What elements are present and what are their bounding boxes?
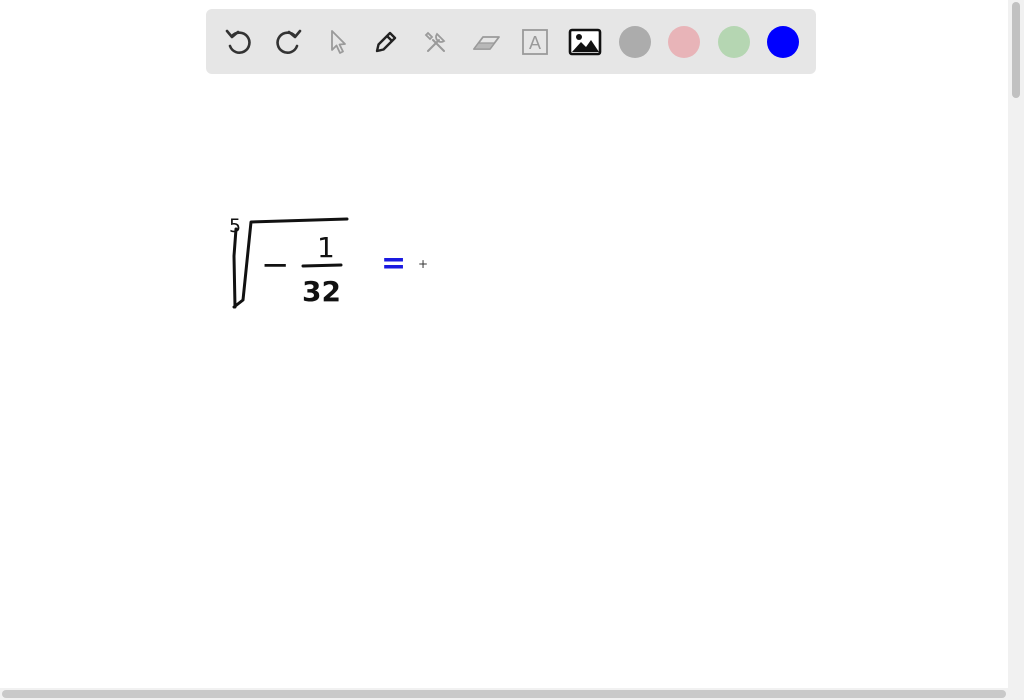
image-icon — [568, 28, 602, 56]
undo-button[interactable] — [222, 25, 256, 59]
color-swatch-gray[interactable] — [619, 26, 651, 58]
tools-icon — [424, 31, 446, 52]
color-swatch-pink[interactable] — [668, 26, 700, 58]
fraction-bar-stroke — [301, 263, 343, 268]
pen-icon — [375, 31, 397, 53]
pen-tool-button[interactable] — [369, 25, 403, 59]
denominator-text: 32 — [302, 275, 341, 308]
canvas-drawing-layer: 5 − 1 32 = + — [229, 215, 428, 309]
text-tool-button[interactable]: A — [518, 25, 552, 59]
eraser-tool-button[interactable] — [469, 25, 503, 59]
horizontal-scrollbar[interactable] — [0, 688, 1024, 700]
drawing-toolbar: A — [206, 9, 816, 74]
crosshair-cursor: + — [418, 257, 428, 271]
horizontal-scrollbar-thumb[interactable] — [2, 690, 1006, 698]
redo-icon — [276, 29, 302, 54]
select-tool-button[interactable] — [321, 25, 355, 59]
select-pointer-icon — [331, 30, 346, 54]
equals-sign-text: = — [381, 246, 406, 281]
minus-sign-text: − — [261, 245, 290, 285]
root-index-text: 5 — [229, 215, 241, 237]
numerator-text: 1 — [317, 231, 335, 264]
drawing-canvas[interactable]: 5 − 1 32 = + — [0, 80, 1008, 688]
whiteboard-app: A 5 − 1 32 = + — [0, 0, 1024, 700]
text-tool-glyph: A — [529, 33, 541, 53]
undo-icon — [225, 29, 251, 54]
image-tool-button[interactable] — [568, 25, 602, 59]
tools-button[interactable] — [419, 25, 453, 59]
vertical-scrollbar-thumb[interactable] — [1012, 2, 1020, 98]
text-box-icon: A — [522, 29, 548, 55]
vertical-scrollbar[interactable] — [1008, 0, 1024, 688]
redo-button[interactable] — [271, 25, 305, 59]
color-swatch-blue[interactable] — [767, 26, 799, 58]
color-swatch-green[interactable] — [718, 26, 750, 58]
eraser-icon — [472, 36, 500, 50]
